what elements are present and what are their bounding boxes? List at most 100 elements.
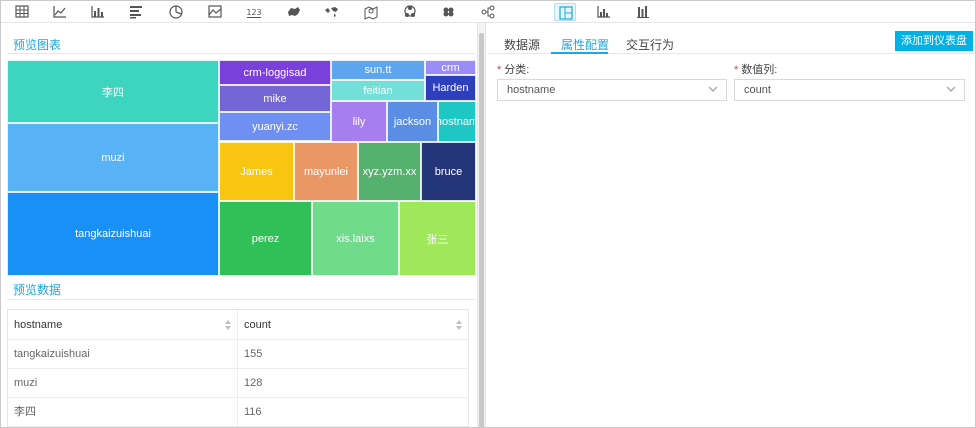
column-header-count[interactable]: count [238,310,468,340]
treemap-tile-crm-loggisad[interactable]: crm-loggisad [219,60,331,85]
panel-splitter[interactable] [477,23,486,427]
divider [7,53,475,54]
app-frame: 123 预览图表 李四 muzi tangkaizuishuai crm-log… [0,0,976,428]
value-label: * 数值列: [734,61,777,77]
tile-label: muzi [101,151,125,164]
tile-label: bruce [434,165,463,178]
tab-data-source[interactable]: 数据源 [504,36,540,53]
scatter-icon[interactable] [438,3,460,21]
preview-panel: 预览图表 李四 muzi tangkaizuishuai crm-loggisa… [7,23,476,427]
tile-label: lily [352,115,366,128]
category-label-text: 分类: [504,64,530,76]
tile-label: tangkaizuishuai [75,228,151,240]
preview-chart-title: 预览图表 [13,38,62,52]
column-header-label: count [244,319,271,331]
column-header-hostname[interactable]: hostname [8,310,238,340]
tile-label: 张三 [426,233,449,246]
bar-chart-icon[interactable] [87,3,109,21]
chart-type-toolbar: 123 [1,1,975,23]
category-label: * 分类: [497,61,529,77]
stacked-bar-icon[interactable] [632,3,654,21]
line-chart-icon[interactable] [49,3,71,21]
table-row: muzi 128 [8,369,468,398]
table-icon[interactable] [11,3,33,21]
table-row: tangkaizuishuai 155 [8,340,468,369]
chevron-down-icon [708,86,718,92]
treemap-tile-lily[interactable]: lily [331,101,387,142]
tile-label: James [240,165,273,178]
table-cell: 128 [244,377,263,389]
tile-label: jackson [393,115,432,128]
tile-label: crm [441,61,460,74]
sort-icon[interactable] [225,320,231,330]
table-cell: 李四 [8,398,238,427]
tab-property-config[interactable]: 属性配置 [561,36,609,53]
treemap-tile-tangkaizuishuai[interactable]: tangkaizuishuai [7,192,219,276]
treemap-tile-crm[interactable]: crm [425,60,476,75]
tab-interaction[interactable]: 交互行为 [626,36,674,53]
world-map-icon[interactable] [321,3,343,21]
treemap-tile-hostnam[interactable]: hostnam [438,101,476,142]
pie-chart-icon[interactable] [165,3,187,21]
tile-label: perez [251,232,280,245]
treemap-tile-feitian[interactable]: feitian [331,80,425,101]
treemap-tile-jackson[interactable]: jackson [387,101,438,142]
tile-label: crm-loggisad [243,66,307,79]
tile-label: xyz.yzm.xx [362,165,417,178]
active-tab-indicator [551,52,608,54]
required-mark: * [734,64,739,76]
treemap-tile-bruce[interactable]: bruce [421,142,476,201]
china-map-icon[interactable] [283,3,305,21]
category-select-value: hostname [507,84,556,96]
category-select[interactable]: hostname [497,79,727,101]
horizontal-bar-icon[interactable] [125,3,147,21]
table-cell: tangkaizuishuai [8,340,238,369]
tile-label: sun.tt [364,64,392,76]
treemap-tile-xyz-yzm-xx[interactable]: xyz.yzm.xx [358,142,421,201]
treemap-tile-harden[interactable]: Harden [425,75,476,101]
scrollbar-thumb[interactable] [479,33,484,427]
treemap-chart: 李四 muzi tangkaizuishuai crm-loggisad mik… [7,60,476,276]
config-tabs: 数据源 属性配置 交互行为 添加到仪表盘 [487,23,975,54]
relation-graph-icon[interactable] [399,3,421,21]
tile-label: 李四 [102,86,124,99]
histogram-icon[interactable] [593,3,615,21]
config-panel: 数据源 属性配置 交互行为 添加到仪表盘 * 分类: hostname * 数值列:… [487,23,975,427]
treemap-tile-mike[interactable]: mike [219,85,331,112]
table-header-row: hostname count [8,310,468,340]
table-row: 李四 116 [8,398,468,427]
treemap-tile-xis-laixs[interactable]: xis.laixs [312,201,399,276]
required-mark: * [497,64,502,76]
column-header-label: hostname [14,319,63,331]
divider [7,299,475,300]
table-cell: muzi [8,369,238,398]
treemap-tile-yuanyi-zc[interactable]: yuanyi.zc [219,112,331,141]
table-cell: 155 [244,348,263,360]
preview-data-table: hostname count tangkaizuishuai 155 muzi … [7,309,469,427]
value-select[interactable]: count [734,79,965,101]
chevron-down-icon [946,86,956,92]
tile-label: mayunlei [303,165,349,178]
tile-label: Harden [432,82,469,94]
treemap-tile-zhangsan[interactable]: 张三 [399,201,476,276]
treemap-icon[interactable] [554,3,576,21]
treemap-tile-sun-tt[interactable]: sun.tt [331,60,425,80]
treemap-tile-james[interactable]: James [219,142,294,201]
tile-label: hostnam [438,115,476,128]
treemap-tile-lisi[interactable]: 李四 [7,60,219,123]
add-to-dashboard-button[interactable]: 添加到仪表盘 [895,31,973,51]
sort-icon[interactable] [456,320,462,330]
treemap-tile-mayunlei[interactable]: mayunlei [294,142,358,201]
tile-label: mike [263,92,287,105]
treemap-tile-muzi[interactable]: muzi [7,123,219,192]
tree-icon[interactable] [477,3,499,21]
table-cell: 116 [244,406,262,418]
preview-data-title: 预览数据 [13,283,62,297]
tile-label: feitian [363,84,393,97]
geo-pin-map-icon[interactable] [360,3,382,21]
tile-label: yuanyi.zc [252,120,298,133]
tile-label: xis.laixs [336,232,375,245]
treemap-tile-perez[interactable]: perez [219,201,312,276]
area-chart-icon[interactable] [204,3,226,21]
kpi-number-icon[interactable]: 123 [243,3,265,21]
